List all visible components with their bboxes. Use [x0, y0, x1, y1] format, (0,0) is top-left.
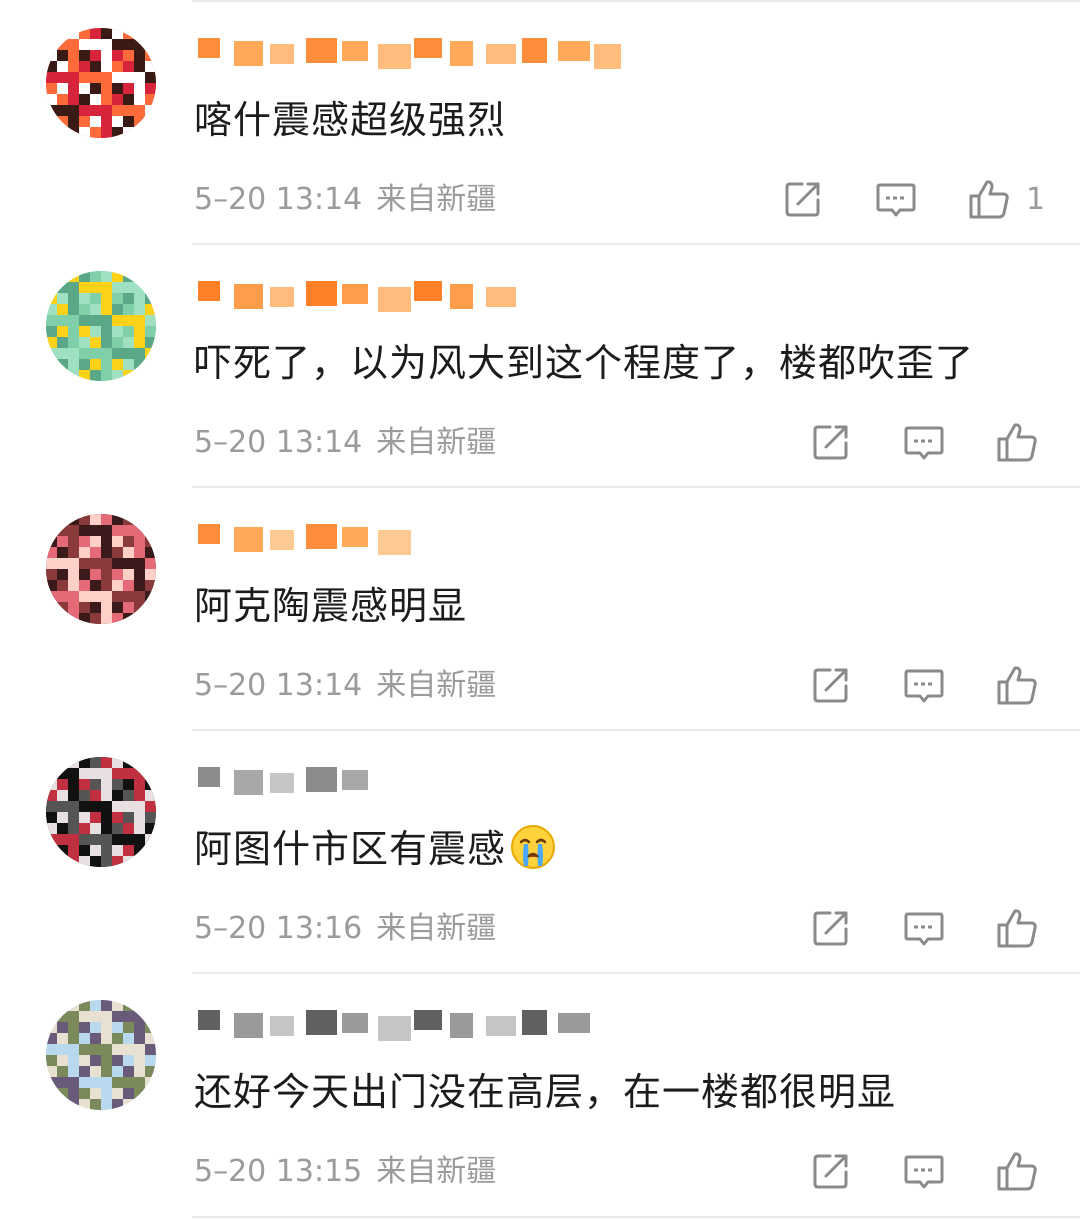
comment-icon	[873, 176, 919, 222]
share-icon	[808, 1148, 854, 1194]
avatar[interactable]	[46, 514, 156, 624]
location-source: 来自新疆	[376, 182, 497, 217]
comment-meta: 5–20 13:14 来自新疆	[194, 178, 496, 222]
comment-icon	[901, 1148, 947, 1194]
location-source: 来自新疆	[376, 425, 497, 460]
comment-item[interactable]: 还好今天出门没在高层，在一楼都很明显 5–20 13:15 来自新疆	[0, 972, 1080, 1215]
comment-icon	[901, 905, 947, 951]
comment-icon	[901, 662, 947, 708]
comment-text-content: 还好今天出门没在高层，在一楼都很明显	[194, 1070, 897, 1114]
timestamp: 5–20 13:14	[194, 182, 363, 217]
like-button[interactable]	[994, 905, 1040, 951]
share-button[interactable]	[808, 1148, 854, 1194]
comment-text-content: 阿克陶震感明显	[194, 584, 468, 628]
comment-item[interactable]: 阿图什市区有震感 5–20 13:16 来自新疆	[0, 729, 1080, 972]
like-button[interactable]	[966, 176, 1012, 222]
divider	[192, 972, 1080, 974]
reply-button[interactable]	[901, 1148, 947, 1194]
share-icon	[808, 662, 854, 708]
thumbs-up-icon	[966, 176, 1012, 222]
comment-item[interactable]: 吓死了，以为风大到这个程度了，楼都吹歪了 5–20 13:14 来自新疆	[0, 243, 1080, 486]
avatar[interactable]	[46, 1000, 156, 1110]
divider	[192, 243, 1080, 245]
thumbs-up-icon	[994, 1148, 1040, 1194]
avatar[interactable]	[46, 271, 156, 381]
comment-text: 还好今天出门没在高层，在一楼都很明显	[194, 1067, 896, 1117]
share-button[interactable]	[808, 419, 854, 465]
reply-button[interactable]	[873, 176, 919, 222]
thumbs-up-icon	[994, 662, 1040, 708]
like-button[interactable]	[994, 662, 1040, 708]
avatar[interactable]	[46, 28, 156, 138]
reply-button[interactable]	[901, 905, 947, 951]
divider	[192, 486, 1080, 488]
comment-item[interactable]: 喀什震感超级强烈 5–20 13:14 来自新疆 1	[0, 0, 1080, 243]
thumbs-up-icon	[994, 905, 1040, 951]
like-count: 1	[1026, 182, 1046, 217]
comment-text: 阿图什市区有震感	[194, 824, 556, 874]
divider	[192, 1216, 1080, 1218]
share-icon	[808, 905, 854, 951]
share-button[interactable]	[780, 176, 826, 222]
timestamp: 5–20 13:14	[194, 425, 363, 460]
crying-face-emoji-icon	[510, 824, 556, 870]
divider	[192, 0, 1080, 2]
comment-text-content: 吓死了，以为风大到这个程度了，楼都吹歪了	[194, 341, 975, 385]
timestamp: 5–20 13:16	[194, 911, 363, 946]
reply-button[interactable]	[901, 419, 947, 465]
like-button[interactable]	[994, 1148, 1040, 1194]
avatar[interactable]	[46, 757, 156, 867]
timestamp: 5–20 13:15	[194, 1154, 363, 1189]
timestamp: 5–20 13:14	[194, 668, 363, 703]
location-source: 来自新疆	[376, 911, 497, 946]
comment-item[interactable]: 阿克陶震感明显 5–20 13:14 来自新疆	[0, 486, 1080, 729]
share-button[interactable]	[808, 662, 854, 708]
comment-meta: 5–20 13:15 来自新疆	[194, 1150, 496, 1194]
comment-text-content: 阿图什市区有震感	[194, 827, 507, 871]
reply-button[interactable]	[901, 662, 947, 708]
location-source: 来自新疆	[376, 668, 497, 703]
thumbs-up-icon	[994, 419, 1040, 465]
location-source: 来自新疆	[376, 1154, 497, 1189]
comment-icon	[901, 419, 947, 465]
comment-text: 阿克陶震感明显	[194, 581, 467, 631]
divider	[192, 729, 1080, 731]
share-icon	[780, 176, 826, 222]
comment-text-content: 喀什震感超级强烈	[194, 98, 507, 142]
comment-text: 吓死了，以为风大到这个程度了，楼都吹歪了	[194, 338, 974, 388]
like-button[interactable]	[994, 419, 1040, 465]
comment-meta: 5–20 13:16 来自新疆	[194, 907, 496, 951]
comment-meta: 5–20 13:14 来自新疆	[194, 664, 496, 708]
comment-meta: 5–20 13:14 来自新疆	[194, 421, 496, 465]
comment-text: 喀什震感超级强烈	[194, 95, 506, 145]
share-icon	[808, 419, 854, 465]
share-button[interactable]	[808, 905, 854, 951]
